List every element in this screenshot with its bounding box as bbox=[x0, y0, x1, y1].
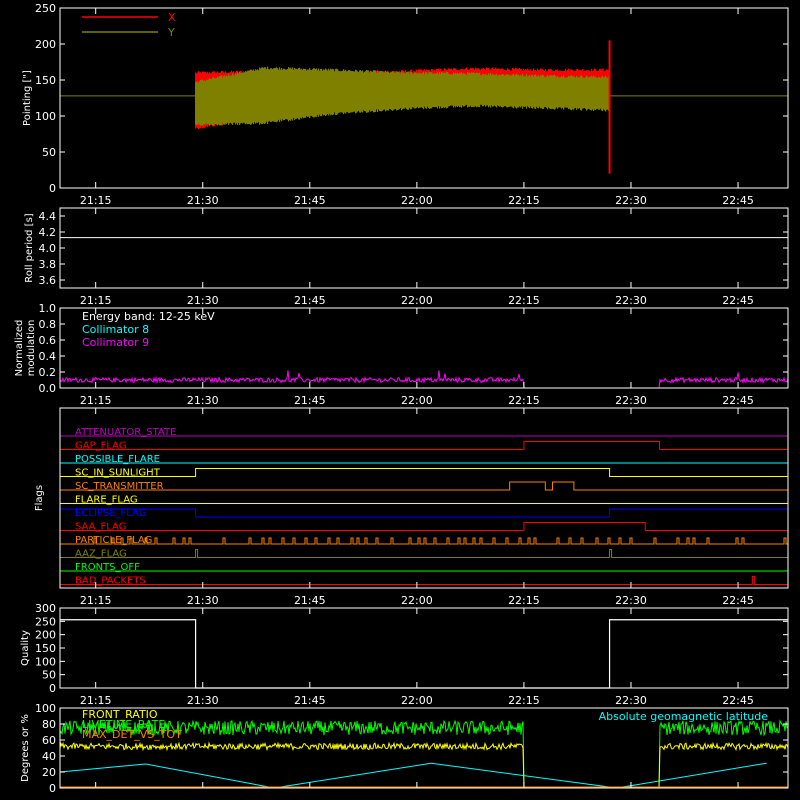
xtick-label: 22:15 bbox=[508, 394, 540, 407]
ytick-label: 60 bbox=[42, 734, 56, 747]
xtick-label: 21:15 bbox=[80, 594, 112, 607]
ytick-label: 4.2 bbox=[39, 226, 57, 239]
ytick-label: 0.4 bbox=[39, 350, 57, 363]
xtick-label: 22:45 bbox=[722, 194, 754, 207]
xtick-label: 22:30 bbox=[615, 194, 647, 207]
flags-ylabel: Flags bbox=[34, 485, 45, 511]
quality-ylabel: Quality bbox=[20, 630, 31, 666]
legend-geomagnetic: Absolute geomagnetic latitude bbox=[599, 710, 769, 723]
xtick-label: 21:15 bbox=[80, 694, 112, 707]
pointing-ylabel: Pointing ["] bbox=[22, 70, 33, 126]
xtick-label: 22:30 bbox=[615, 694, 647, 707]
ytick-label: 250 bbox=[35, 615, 56, 628]
quicklook-figure: Pointing ["] 050100150200250 21:15 21:30 2… bbox=[0, 0, 800, 800]
xtick-label: 21:30 bbox=[187, 394, 219, 407]
xtick-label: 22:15 bbox=[508, 594, 540, 607]
ytick-label: 40 bbox=[42, 750, 56, 763]
ytick-label: 50 bbox=[42, 146, 56, 159]
xtick-label: 22:45 bbox=[722, 594, 754, 607]
ytick-label: 0.2 bbox=[39, 366, 57, 379]
ytick-label: 0.6 bbox=[39, 334, 57, 347]
energy-band-label: Energy band: 12-25 keV bbox=[82, 310, 215, 323]
ytick-label: 4.0 bbox=[39, 242, 57, 255]
xtick-label: 21:30 bbox=[187, 194, 219, 207]
xtick-label: 21:15 bbox=[80, 294, 112, 307]
ytick-label: 150 bbox=[35, 74, 56, 87]
legend-x: X bbox=[168, 11, 176, 24]
ytick-label: 0 bbox=[49, 782, 56, 795]
ytick-label: 0.0 bbox=[39, 382, 57, 395]
ytick-label: 50 bbox=[42, 669, 56, 682]
xtick-label: 21:45 bbox=[294, 594, 326, 607]
ytick-label: 0 bbox=[49, 182, 56, 195]
xtick-label: 22:30 bbox=[615, 594, 647, 607]
modulation-ylabel-2: modulation bbox=[26, 320, 37, 377]
xtick-label: 22:45 bbox=[722, 694, 754, 707]
xtick-label: 21:15 bbox=[80, 394, 112, 407]
ytick-label: 3.8 bbox=[39, 258, 57, 271]
legend-max-det: MAX_DET_VS_TOT bbox=[82, 728, 182, 741]
ytick-label: 100 bbox=[35, 655, 56, 668]
modulation-ylabel-1: Normalized bbox=[14, 320, 25, 377]
roll-ylabel: Roll period [s] bbox=[24, 213, 35, 282]
xtick-label: 21:45 bbox=[294, 294, 326, 307]
legend-collimator-9: Collimator 9 bbox=[82, 336, 149, 349]
ytick-label: 80 bbox=[42, 718, 56, 731]
xtick-label: 22:00 bbox=[401, 594, 433, 607]
xtick-label: 22:45 bbox=[722, 394, 754, 407]
ytick-label: 3.6 bbox=[39, 274, 57, 287]
xtick-label: 21:45 bbox=[294, 694, 326, 707]
xtick-label: 21:45 bbox=[294, 394, 326, 407]
xtick-label: 22:00 bbox=[401, 394, 433, 407]
xtick-label: 21:15 bbox=[80, 194, 112, 207]
xtick-label: 22:15 bbox=[508, 694, 540, 707]
ytick-label: 200 bbox=[35, 38, 56, 51]
xtick-label: 21:30 bbox=[187, 294, 219, 307]
legend-y: Y bbox=[167, 26, 175, 39]
xtick-label: 22:00 bbox=[401, 194, 433, 207]
xtick-label: 21:30 bbox=[187, 594, 219, 607]
ytick-label: 100 bbox=[35, 702, 56, 715]
xtick-label: 22:00 bbox=[401, 294, 433, 307]
ytick-label: 300 bbox=[35, 602, 56, 615]
xtick-label: 22:00 bbox=[401, 694, 433, 707]
xtick-label: 22:45 bbox=[722, 294, 754, 307]
xtick-label: 21:30 bbox=[187, 694, 219, 707]
degrees-ylabel: Degrees or % bbox=[20, 714, 31, 782]
xtick-label: 21:45 bbox=[294, 194, 326, 207]
flag-label: ECLIPSE_FLAG bbox=[75, 508, 146, 519]
xtick-label: 22:30 bbox=[615, 294, 647, 307]
ytick-label: 4.4 bbox=[39, 210, 57, 223]
xtick-label: 22:15 bbox=[508, 194, 540, 207]
ytick-label: 0.8 bbox=[39, 318, 57, 331]
xtick-label: 22:15 bbox=[508, 294, 540, 307]
ytick-label: 0 bbox=[49, 682, 56, 695]
ytick-label: 200 bbox=[35, 629, 56, 642]
ytick-label: 100 bbox=[35, 110, 56, 123]
legend-collimator-8: Collimator 8 bbox=[82, 323, 149, 336]
ytick-label: 20 bbox=[42, 766, 56, 779]
ytick-label: 250 bbox=[35, 2, 56, 15]
xtick-label: 22:30 bbox=[615, 394, 647, 407]
ytick-label: 150 bbox=[35, 642, 56, 655]
ytick-label: 1.0 bbox=[39, 302, 57, 315]
